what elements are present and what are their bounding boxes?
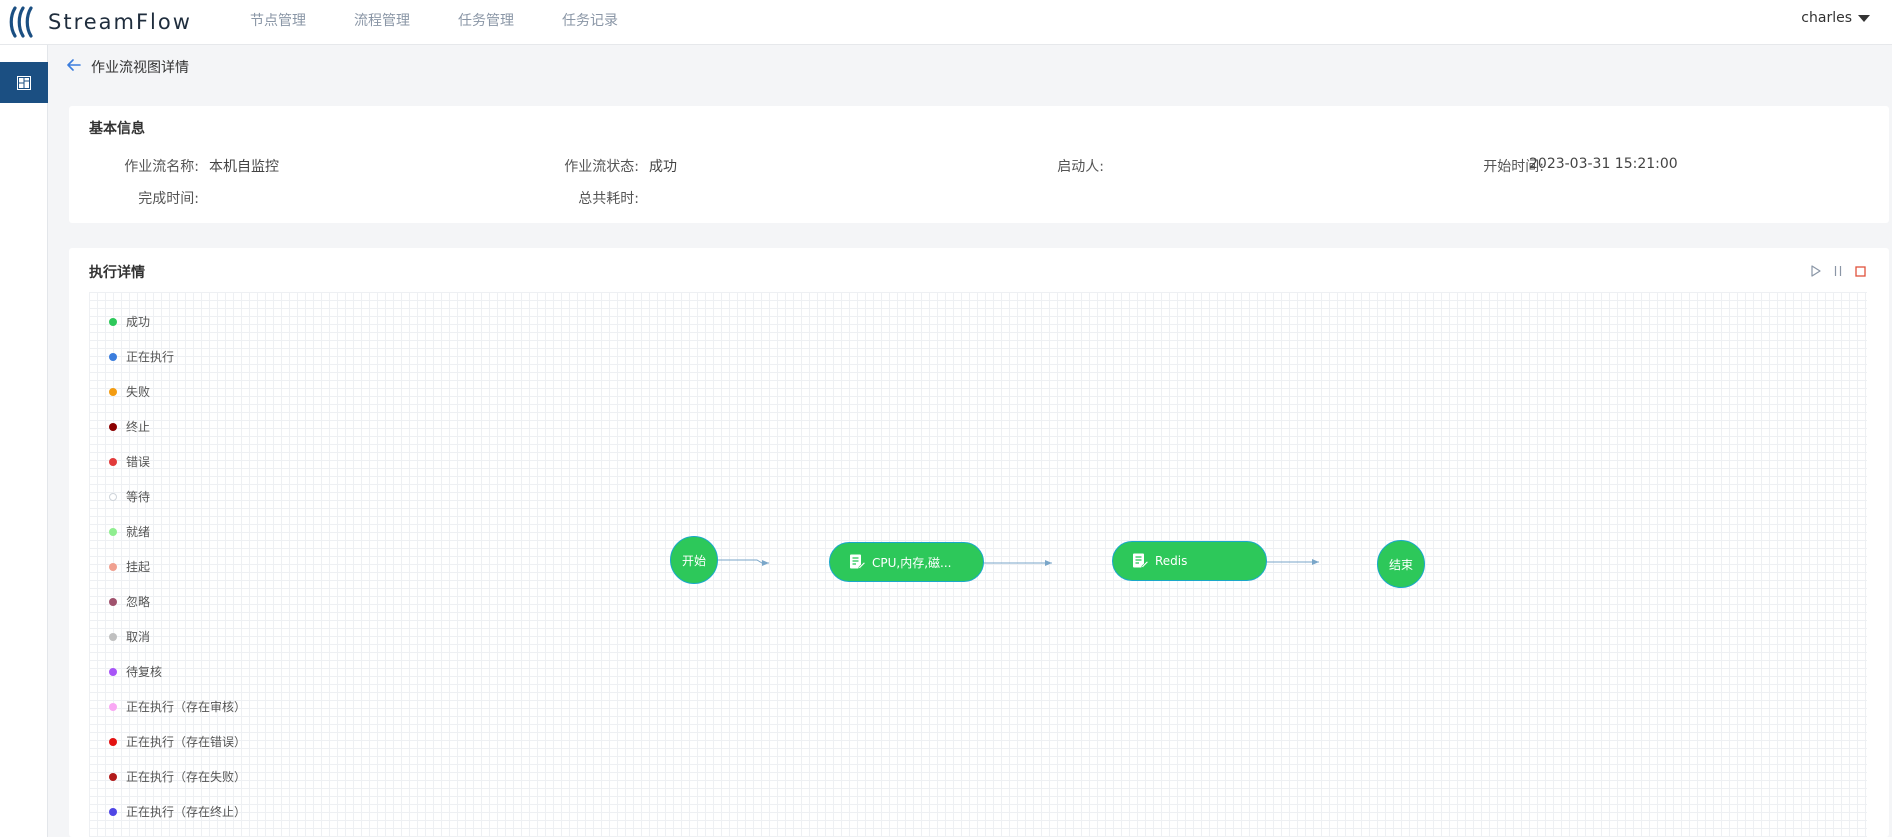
execution-details-title: 执行详情 — [89, 265, 145, 281]
username: charles — [1801, 10, 1852, 26]
execution-details-card: 执行详情 成功 正在执行 失败 终止 错误 等待 就绪 挂起 忽略 取消 待复核 正在执行（存在审核）… — [69, 248, 1889, 837]
flow-status-label: 作业流状态: — [564, 159, 639, 175]
initiator-label: 启动人: — [1057, 159, 1104, 175]
flow-node-start[interactable]: 开始 — [670, 536, 718, 584]
flow-node-redis-task-label: Redis — [1155, 554, 1188, 568]
user-menu[interactable]: charles — [1801, 10, 1870, 26]
start-time-label: 开始时间: — [1483, 159, 1544, 175]
pause-button[interactable] — [1831, 264, 1845, 278]
dashboard-icon — [17, 75, 31, 90]
nav-item-task-records[interactable]: 任务记录 — [562, 10, 618, 30]
nav-item-nodes[interactable]: 节点管理 — [250, 10, 306, 30]
execution-controls — [1809, 264, 1867, 278]
play-button[interactable] — [1809, 264, 1823, 278]
nav-item-tasks[interactable]: 任务管理 — [458, 10, 514, 30]
flow-canvas[interactable]: 成功 正在执行 失败 终止 错误 等待 就绪 挂起 忽略 取消 待复核 正在执行（存在审核） 正在执行（… — [89, 292, 1867, 837]
flow-node-cpu-task[interactable]: CPU,内存,磁... — [829, 542, 984, 582]
play-icon — [1811, 265, 1821, 277]
flow-name-label: 作业流名称: — [124, 159, 199, 175]
pause-icon — [1834, 266, 1842, 276]
basic-info-card: 基本信息 作业流名称: 本机自监控 作业流状态: 成功 启动人: 开始时间: 2… — [69, 106, 1889, 223]
streamflow-logo-icon — [9, 6, 33, 38]
task-script-icon — [848, 553, 866, 571]
flow-node-start-label: 开始 — [681, 553, 706, 568]
sidebar — [0, 45, 48, 837]
flow-node-cpu-task-label: CPU,内存,磁... — [872, 555, 952, 570]
finish-time-label: 完成时间: — [138, 191, 199, 207]
flow-node-redis-task[interactable]: Redis — [1112, 541, 1267, 581]
task-script-icon — [1131, 552, 1149, 570]
stop-button[interactable] — [1853, 264, 1867, 278]
page-header: 作业流视图详情 — [49, 45, 1892, 87]
caret-down-icon — [1858, 14, 1870, 22]
flow-name-value: 本机自监控 — [209, 159, 279, 175]
start-time-value: 2023-03-31 15:21:00 — [1529, 156, 1678, 172]
nav-item-flows[interactable]: 流程管理 — [354, 10, 410, 30]
top-navbar: StreamFlow 节点管理 流程管理 任务管理 任务记录 charles — [0, 0, 1892, 45]
main-nav: 节点管理 流程管理 任务管理 任务记录 — [250, 0, 666, 40]
flow-node-end[interactable]: 结束 — [1377, 540, 1425, 588]
sidebar-item-dashboard[interactable] — [0, 62, 48, 103]
flow-status-value: 成功 — [649, 159, 677, 175]
back-arrow-icon[interactable] — [67, 59, 81, 71]
total-duration-label: 总共耗时: — [578, 191, 639, 207]
flow-node-end-label: 结束 — [1388, 557, 1413, 572]
brand-logo[interactable]: StreamFlow — [8, 4, 192, 40]
basic-info-title: 基本信息 — [89, 121, 145, 137]
page-title: 作业流视图详情 — [91, 60, 189, 76]
stop-icon — [1854, 265, 1866, 277]
brand-name: StreamFlow — [48, 10, 192, 34]
